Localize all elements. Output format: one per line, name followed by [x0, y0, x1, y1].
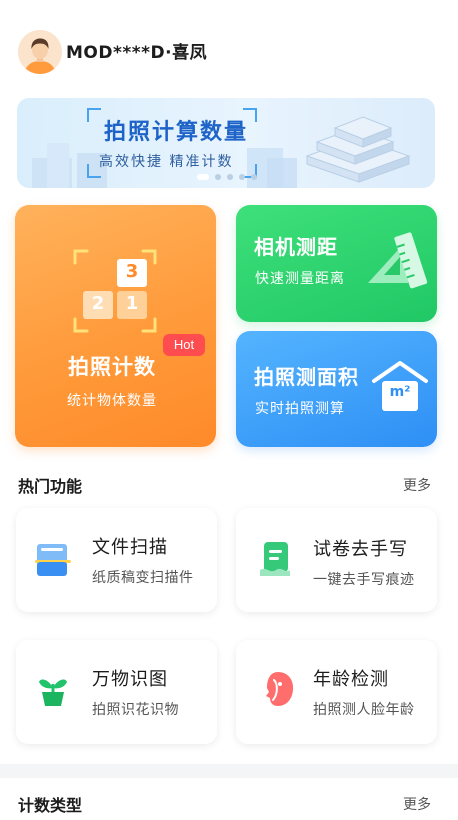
- count-icon-number-1: 1: [125, 293, 139, 314]
- image-recognition-card[interactable]: 万物识图 拍照识花识物: [16, 640, 217, 744]
- page-dot: [251, 174, 257, 180]
- ruler-triangle-icon: [368, 232, 428, 289]
- banner-corner-top-left: [87, 108, 101, 122]
- remove-handwriting-subtitle: 一键去手写痕迹: [313, 572, 415, 588]
- age-detection-card[interactable]: 年龄检测 拍照测人脸年龄: [236, 640, 437, 744]
- photo-count-subtitle: 统计物体数量: [67, 393, 157, 409]
- page-dot: [215, 174, 221, 180]
- count-types-title: 计数类型: [18, 796, 83, 815]
- hot-features-title: 热门功能: [18, 477, 83, 496]
- camera-distance-card[interactable]: 相机测距 快速测量距离: [236, 205, 437, 322]
- banner-title: 拍照计算数量: [104, 120, 249, 145]
- doc-scan-subtitle: 纸质稿变扫描件: [92, 570, 194, 586]
- area-unit-label: m²: [389, 384, 411, 400]
- page-dot: [197, 174, 209, 180]
- avatar[interactable]: [18, 30, 62, 74]
- user-avatar-icon: [18, 30, 62, 74]
- count-icon-number-2: 2: [91, 293, 105, 314]
- username: MOD****D·喜凤: [66, 43, 208, 63]
- page-dot: [239, 174, 245, 180]
- camera-distance-subtitle: 快速测量距离: [255, 271, 345, 287]
- plant-pot-icon: [39, 679, 67, 706]
- doc-scan-card[interactable]: 文件扫描 纸质稿变扫描件: [16, 508, 217, 612]
- hot-badge: Hot: [163, 334, 205, 356]
- count-icon-number-3: 3: [125, 261, 139, 282]
- count-types-more-link[interactable]: 更多: [403, 794, 431, 814]
- camera-distance-title: 相机测距: [254, 235, 338, 259]
- image-recognition-subtitle: 拍照识花识物: [92, 702, 179, 718]
- hot-features-more-link[interactable]: 更多: [403, 475, 431, 495]
- photo-area-subtitle: 实时拍照测算: [255, 401, 345, 417]
- page-dot: [227, 174, 233, 180]
- photo-area-title: 拍照测面积: [254, 365, 359, 389]
- age-detection-title: 年龄检测: [313, 669, 389, 690]
- photo-count-card[interactable]: 3 2 1 拍照计数 统计物体数量: [15, 205, 216, 447]
- remove-handwriting-title: 试卷去手写: [313, 539, 408, 560]
- face-profile-icon: [266, 672, 294, 706]
- banner-subtitle: 高效快捷 精准计数: [99, 154, 234, 170]
- remove-handwriting-card[interactable]: 试卷去手写 一键去手写痕迹: [236, 508, 437, 612]
- age-detection-subtitle: 拍照测人脸年龄: [313, 702, 415, 718]
- section-divider: [0, 764, 458, 778]
- document-scan-icon: [35, 544, 71, 576]
- paper-edit-icon: [260, 542, 290, 576]
- banner-page-indicator: [197, 174, 263, 180]
- doc-scan-title: 文件扫描: [92, 537, 168, 558]
- photo-area-card[interactable]: 拍照测面积 实时拍照测算 m²: [236, 331, 437, 447]
- image-recognition-title: 万物识图: [92, 669, 168, 690]
- photo-count-title: 拍照计数: [68, 355, 156, 379]
